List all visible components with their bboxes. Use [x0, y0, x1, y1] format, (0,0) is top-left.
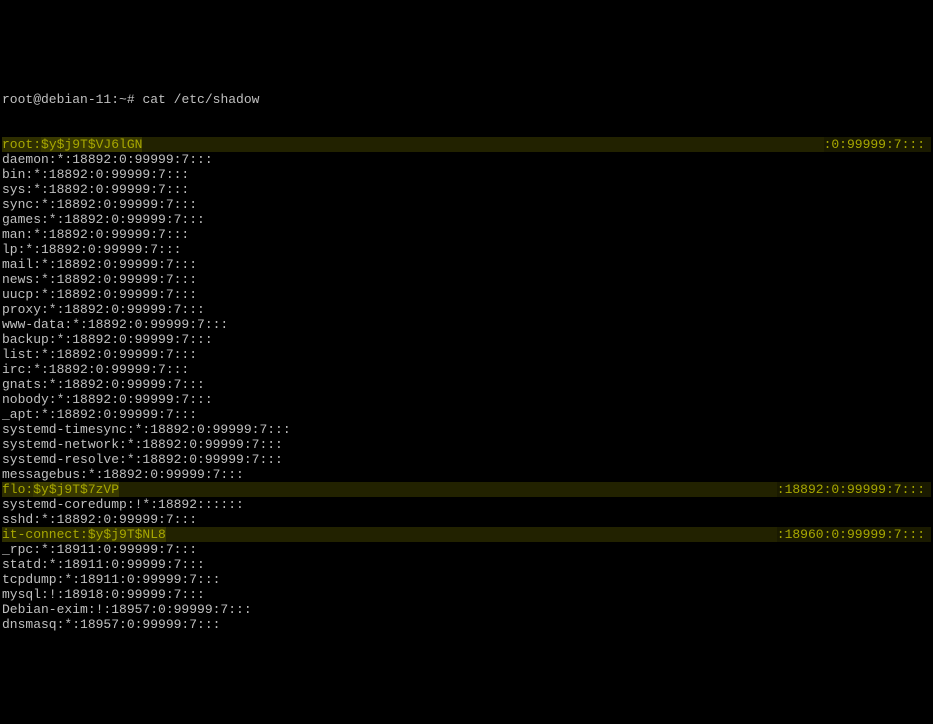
shadow-entry: _apt:*:18892:0:99999:7:::: [2, 407, 931, 422]
shadow-entry: bin:*:18892:0:99999:7:::: [2, 167, 931, 182]
shadow-entry: man:*:18892:0:99999:7:::: [2, 227, 931, 242]
shadow-hash-redacted: [142, 137, 823, 152]
shadow-username: root:: [2, 137, 41, 152]
shadow-hash-prefix: $y$j9T$NL8: [88, 527, 166, 542]
shadow-entry: uucp:*:18892:0:99999:7:::: [2, 287, 931, 302]
shadow-entry: sys:*:18892:0:99999:7:::: [2, 182, 931, 197]
shadow-entry: irc:*:18892:0:99999:7:::: [2, 362, 931, 377]
shadow-file-content: root:$y$j9T$VJ6lGN :0:99999:7:::daemon:*:…: [2, 137, 931, 632]
shadow-entry: dnsmasq:*:18957:0:99999:7:::: [2, 617, 931, 632]
shadow-user-hash: root:$y$j9T$VJ6lGN: [2, 137, 142, 152]
shadow-hash-redacted: [166, 527, 777, 542]
shadow-entry: gnats:*:18892:0:99999:7:::: [2, 377, 931, 392]
shadow-entry: Debian-exim:!:18957:0:99999:7:::: [2, 602, 931, 617]
shadow-entry: mail:*:18892:0:99999:7:::: [2, 257, 931, 272]
shadow-entry: daemon:*:18892:0:99999:7:::: [2, 152, 931, 167]
shadow-hash-prefix: $y$j9T$7zVP: [33, 482, 119, 497]
shadow-hash-prefix: $y$j9T$VJ6lGN: [41, 137, 142, 152]
shadow-entry: www-data:*:18892:0:99999:7:::: [2, 317, 931, 332]
shadow-entry-highlighted: root:$y$j9T$VJ6lGN :0:99999:7:::: [2, 137, 931, 152]
shadow-entry: backup:*:18892:0:99999:7:::: [2, 332, 931, 347]
shadow-entry: games:*:18892:0:99999:7:::: [2, 212, 931, 227]
shadow-username: it-connect:: [2, 527, 88, 542]
command-line: root@debian-11:~# cat /etc/shadow: [2, 92, 931, 107]
shadow-entry-highlighted: it-connect:$y$j9T$NL8 :18960:0:99999:7:::: [2, 527, 931, 542]
shell-prompt: root@debian-11:~#: [2, 92, 142, 107]
shadow-hash-redacted: [119, 482, 777, 497]
shadow-entry: proxy:*:18892:0:99999:7:::: [2, 302, 931, 317]
shadow-entry: news:*:18892:0:99999:7:::: [2, 272, 931, 287]
shadow-entry: systemd-network:*:18892:0:99999:7:::: [2, 437, 931, 452]
shadow-entry-suffix: :18892:0:99999:7:::: [777, 482, 931, 497]
shadow-entry: systemd-coredump:!*:18892::::::: [2, 497, 931, 512]
shadow-entry: _rpc:*:18911:0:99999:7:::: [2, 542, 931, 557]
shadow-entry-suffix: :18960:0:99999:7:::: [777, 527, 931, 542]
shadow-entry: sshd:*:18892:0:99999:7:::: [2, 512, 931, 527]
shadow-user-hash: it-connect:$y$j9T$NL8: [2, 527, 166, 542]
shadow-entry: mysql:!:18918:0:99999:7:::: [2, 587, 931, 602]
shadow-user-hash: flo:$y$j9T$7zVP: [2, 482, 119, 497]
terminal-output: root@debian-11:~# cat /etc/shadow root:$…: [0, 60, 933, 649]
shadow-entry: systemd-timesync:*:18892:0:99999:7:::: [2, 422, 931, 437]
shadow-entry: list:*:18892:0:99999:7:::: [2, 347, 931, 362]
shadow-username: flo:: [2, 482, 33, 497]
shadow-entry: messagebus:*:18892:0:99999:7:::: [2, 467, 931, 482]
shadow-entry: nobody:*:18892:0:99999:7:::: [2, 392, 931, 407]
shell-command: cat /etc/shadow: [142, 92, 259, 107]
shadow-entry: tcpdump:*:18911:0:99999:7:::: [2, 572, 931, 587]
shadow-entry: sync:*:18892:0:99999:7:::: [2, 197, 931, 212]
shadow-entry: statd:*:18911:0:99999:7:::: [2, 557, 931, 572]
shadow-entry-suffix: :0:99999:7:::: [824, 137, 931, 152]
shadow-entry: systemd-resolve:*:18892:0:99999:7:::: [2, 452, 931, 467]
shadow-entry-highlighted: flo:$y$j9T$7zVP :18892:0:99999:7:::: [2, 482, 931, 497]
shadow-entry: lp:*:18892:0:99999:7:::: [2, 242, 931, 257]
